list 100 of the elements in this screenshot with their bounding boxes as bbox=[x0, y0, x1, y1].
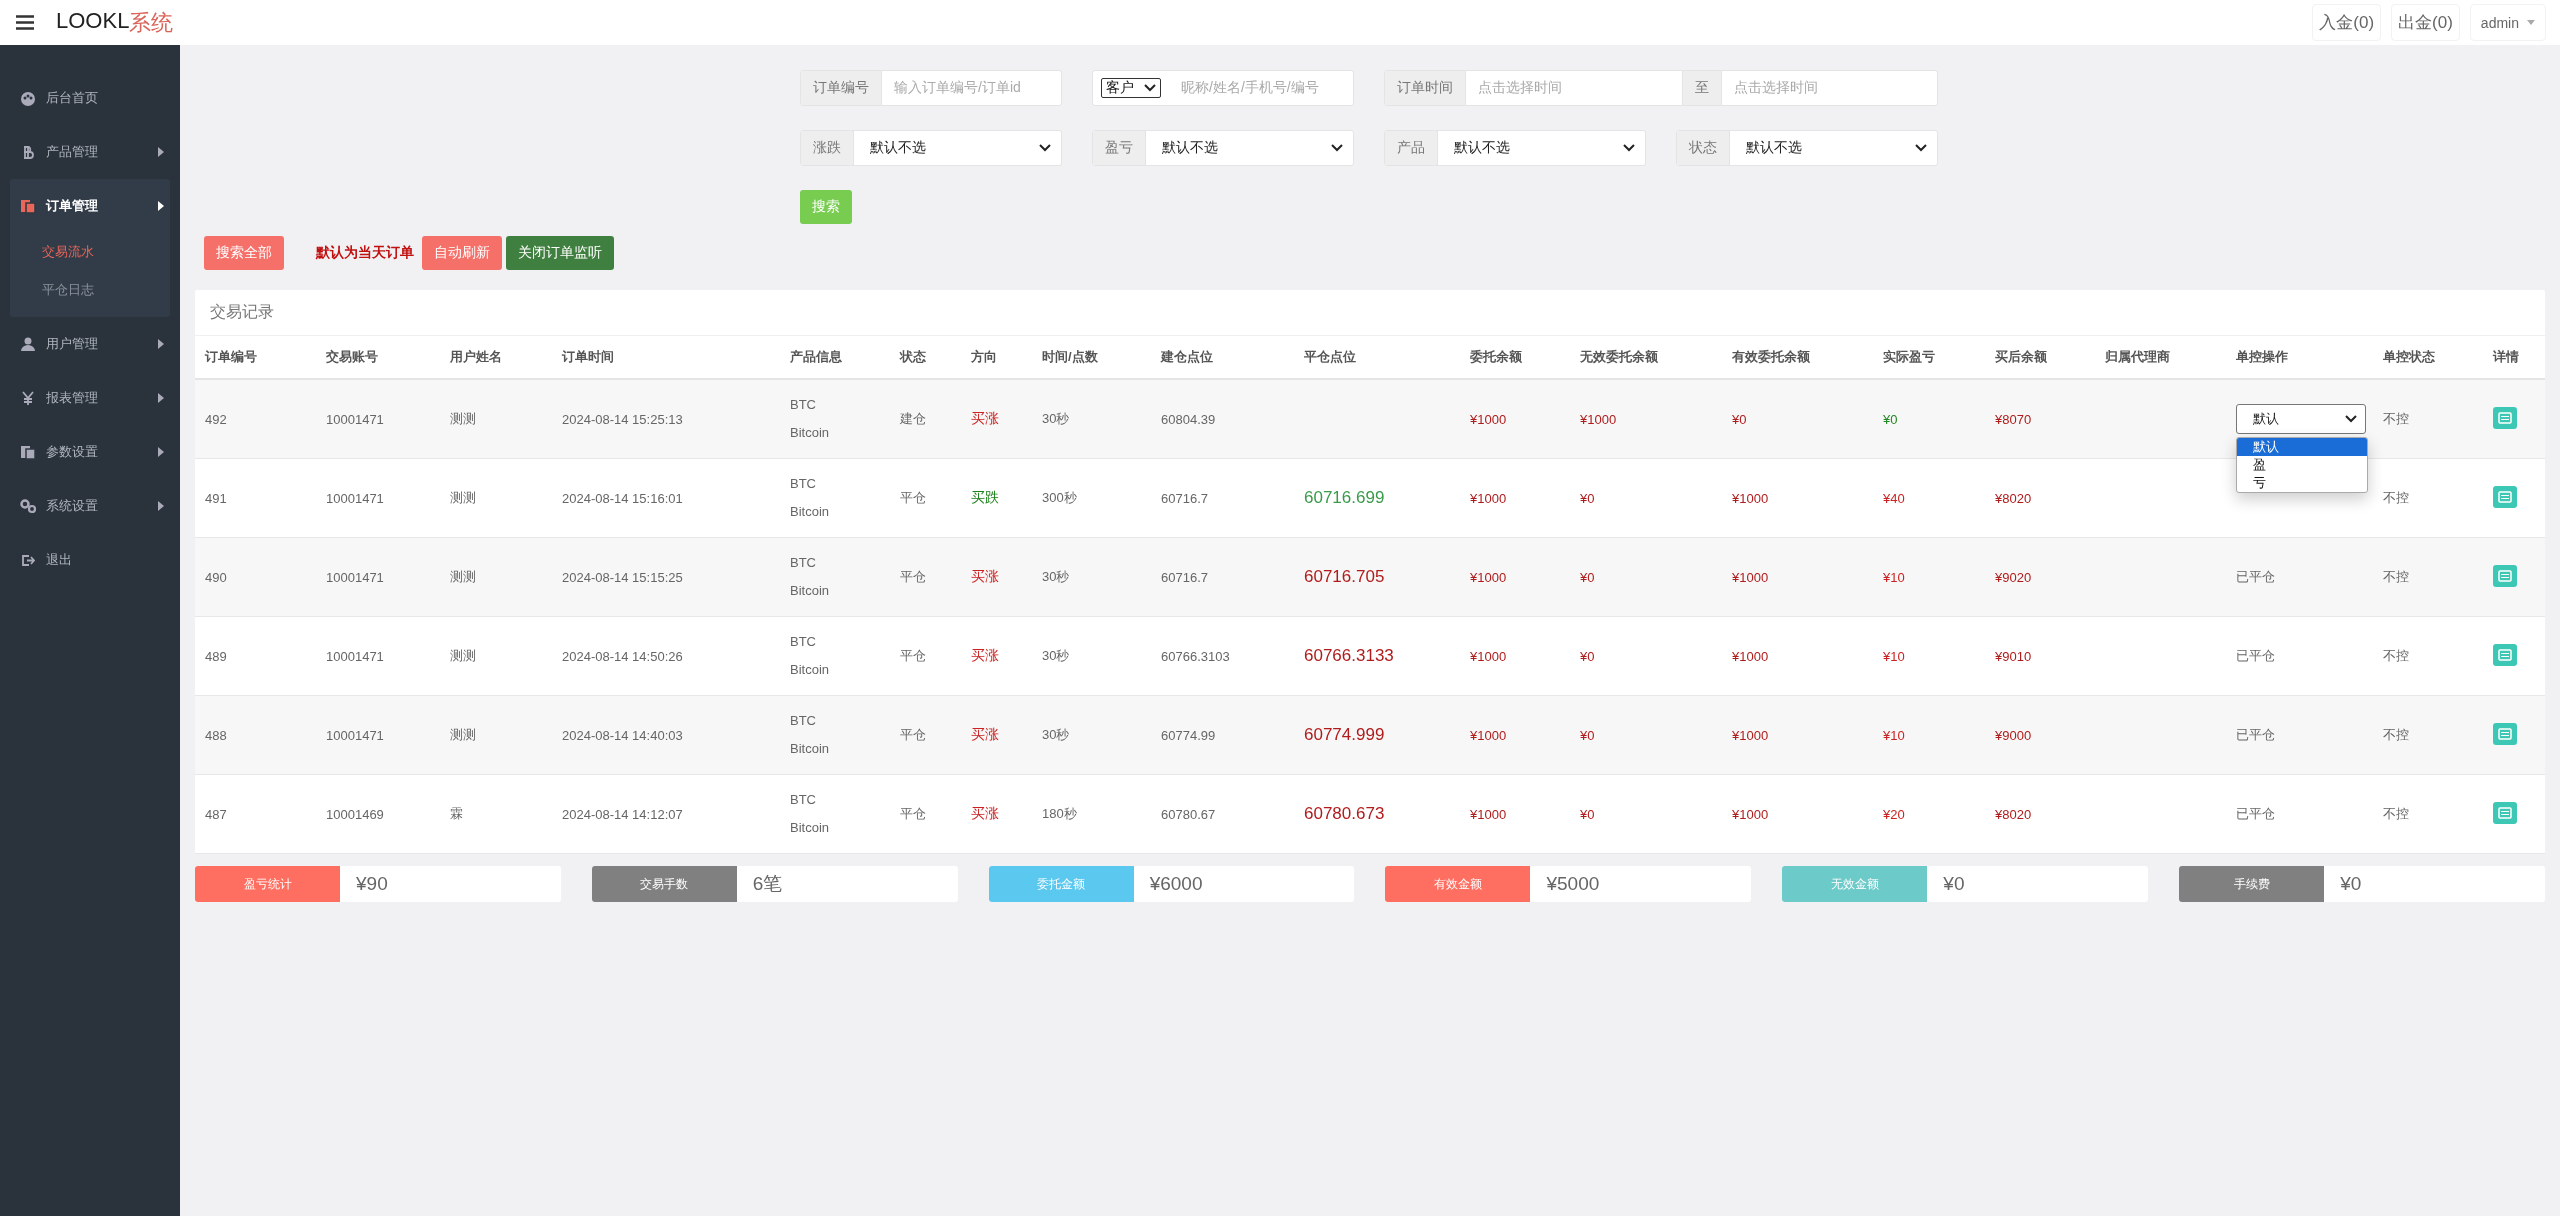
sidebar-subitem[interactable]: 平仓日志 bbox=[10, 271, 170, 309]
sidebar-item[interactable]: 报表管理 bbox=[0, 371, 180, 425]
table-cell: 489 bbox=[205, 648, 227, 664]
product-name: Bitcoin bbox=[790, 503, 831, 521]
table-cell: 平仓 bbox=[900, 806, 926, 821]
table-cell: 测测 bbox=[450, 490, 476, 505]
product-name: Bitcoin bbox=[790, 424, 831, 442]
table-cell: ¥0 bbox=[1580, 806, 1595, 822]
table-cell: 平仓 bbox=[900, 490, 926, 505]
default-note: 默认为当天订单 bbox=[316, 244, 414, 262]
stat-label: 无效金额 bbox=[1782, 866, 1928, 902]
sidebar-item[interactable]: 用户管理 bbox=[0, 317, 180, 371]
chevron-down-icon bbox=[1144, 84, 1156, 92]
table-cell: ¥0 bbox=[1580, 727, 1595, 743]
table-cell: 2024-08-14 15:25:13 bbox=[562, 411, 683, 427]
table-cell: 30秒 bbox=[1042, 727, 1070, 742]
control-select[interactable]: 默认 bbox=[2236, 404, 2366, 434]
table-cell: 10001471 bbox=[326, 727, 384, 743]
stat-value: ¥0 bbox=[2339, 872, 2362, 896]
direction-text: 买涨 bbox=[971, 647, 999, 663]
details-icon[interactable] bbox=[2493, 801, 2517, 824]
direction-text: 买涨 bbox=[971, 410, 999, 426]
table-cell: 490 bbox=[205, 569, 227, 585]
stat-label: 委托金额 bbox=[988, 866, 1134, 902]
top-action-button[interactable]: 入金(0) bbox=[2312, 4, 2382, 41]
sidebar-item[interactable]: 系统设置 bbox=[0, 479, 180, 533]
top-action-button[interactable]: 出金(0) bbox=[2391, 4, 2460, 41]
stat-value: ¥90 bbox=[355, 872, 388, 896]
table-cell: 488 bbox=[205, 727, 227, 743]
chevron-down-icon bbox=[1915, 144, 1927, 152]
table-cell: ¥1000 bbox=[1470, 569, 1507, 585]
table-cell: 10001471 bbox=[326, 411, 384, 427]
filter-select[interactable]: 盈亏 默认不选 bbox=[1092, 130, 1354, 166]
details-icon[interactable] bbox=[2493, 643, 2517, 666]
dropdown-option[interactable]: 亏 bbox=[2237, 474, 2367, 492]
product-code: BTC bbox=[790, 475, 817, 493]
details-icon[interactable] bbox=[2493, 406, 2517, 429]
table-cell: ¥8070 bbox=[1995, 411, 2032, 427]
table-cell: ¥1000 bbox=[1732, 727, 1769, 743]
table-cell: 2024-08-14 14:50:26 bbox=[562, 648, 683, 664]
sidebar-item[interactable]: 退出 bbox=[0, 533, 180, 587]
chevron-down-icon bbox=[1039, 144, 1051, 152]
product-name: Bitcoin bbox=[790, 740, 831, 758]
sidebar-subitem[interactable]: 交易流水 bbox=[10, 233, 170, 271]
filter-select[interactable]: 状态 默认不选 bbox=[1676, 130, 1938, 166]
direction-text: 买涨 bbox=[971, 805, 999, 821]
table-cell: ¥1000 bbox=[1470, 411, 1507, 427]
profit-amount: ¥20 bbox=[1883, 806, 1905, 822]
table-cell: 60774.99 bbox=[1161, 727, 1216, 743]
table-cell: 测测 bbox=[450, 411, 476, 426]
dropdown-option[interactable]: 盈 bbox=[2237, 456, 2367, 474]
table-cell: 60766.3103 bbox=[1161, 648, 1230, 664]
sidebar-item[interactable]: 订单管理 bbox=[10, 179, 170, 233]
caret-icon bbox=[158, 147, 164, 157]
table-cell: ¥1000 bbox=[1732, 648, 1769, 664]
table-cell: 不控 bbox=[2383, 648, 2409, 663]
caret-icon bbox=[2527, 20, 2535, 25]
table-cell: ¥8020 bbox=[1995, 806, 2032, 822]
user-menu-button[interactable]: admin bbox=[2469, 4, 2546, 41]
customer-type-select[interactable]: 客户 bbox=[1101, 78, 1161, 98]
stat-label: 盈亏统计 bbox=[195, 866, 340, 902]
table-cell: 2024-08-14 14:12:07 bbox=[562, 806, 683, 822]
table-cell: ¥1000 bbox=[1732, 490, 1769, 506]
stat-value: ¥5000 bbox=[1545, 872, 1600, 896]
profit-amount: ¥10 bbox=[1883, 727, 1905, 743]
date-range-field[interactable]: 订单时间 点击选择时间 至 点击选择时间 bbox=[1384, 70, 1938, 106]
documents-icon bbox=[20, 198, 36, 214]
customer-search-field[interactable]: 客户 昵称/姓名/手机号/编号 bbox=[1092, 70, 1354, 106]
sidebar-item[interactable]: 产品管理 bbox=[0, 125, 180, 179]
brand-name: LOOKL bbox=[56, 7, 130, 35]
menu-icon[interactable] bbox=[16, 15, 34, 30]
details-icon[interactable] bbox=[2493, 485, 2517, 508]
product-code: BTC bbox=[790, 633, 817, 651]
close-price: 60716.699 bbox=[1304, 488, 1385, 507]
close-price: 60774.999 bbox=[1304, 725, 1385, 744]
yen-icon bbox=[20, 390, 36, 406]
table-cell: ¥0 bbox=[1732, 411, 1747, 427]
table-cell: 已平仓 bbox=[2236, 727, 2275, 742]
filter-select[interactable]: 产品 默认不选 bbox=[1384, 130, 1646, 166]
details-icon[interactable] bbox=[2493, 722, 2517, 745]
close-monitor-button[interactable]: 关闭订单监听 bbox=[506, 236, 614, 270]
table-cell: 测测 bbox=[450, 727, 476, 742]
table-cell: 300秒 bbox=[1042, 490, 1077, 505]
order-number-field[interactable]: 订单编号 输入订单编号/订单id bbox=[800, 70, 1062, 106]
filter-select[interactable]: 涨跌 默认不选 bbox=[800, 130, 1062, 166]
table-cell: 已平仓 bbox=[2236, 648, 2275, 663]
direction-text: 买跌 bbox=[971, 489, 999, 505]
sidebar-item[interactable]: 后台首页 bbox=[0, 71, 180, 125]
stat-value: 6笔 bbox=[751, 872, 783, 896]
caret-icon bbox=[158, 447, 164, 457]
sidebar-item[interactable]: 参数设置 bbox=[0, 425, 180, 479]
details-icon[interactable] bbox=[2493, 564, 2517, 587]
table-cell: 487 bbox=[205, 806, 227, 822]
product-code: BTC bbox=[790, 712, 817, 730]
dropdown-option[interactable]: 默认 bbox=[2237, 438, 2367, 456]
direction-text: 买涨 bbox=[971, 568, 999, 584]
table-cell: 2024-08-14 15:16:01 bbox=[562, 490, 683, 506]
direction-text: 买涨 bbox=[971, 726, 999, 742]
table-cell: 霖 bbox=[450, 806, 463, 821]
caret-icon bbox=[158, 339, 164, 349]
